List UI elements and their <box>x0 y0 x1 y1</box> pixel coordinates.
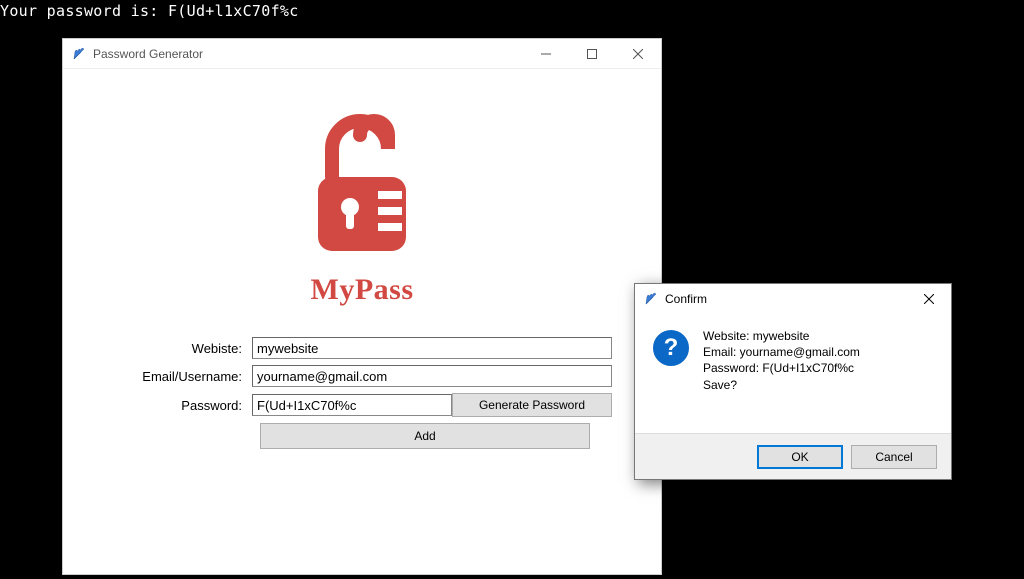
email-label: Email/Username: <box>112 369 252 384</box>
dialog-title: Confirm <box>665 292 707 306</box>
form: Webiste: Email/Username: Password: Gener… <box>112 337 612 455</box>
website-input[interactable] <box>252 337 612 359</box>
maximize-button[interactable] <box>569 39 615 69</box>
dialog-titlebar: Confirm <box>635 284 951 314</box>
cancel-button[interactable]: Cancel <box>851 445 937 469</box>
password-generator-window: Password Generator <box>62 38 662 575</box>
logo-text: MyPass <box>311 273 414 307</box>
confirm-dialog: Confirm ? Website: mywebsite Email: your… <box>634 283 952 480</box>
main-titlebar: Password Generator <box>63 39 661 69</box>
dialog-msg-line: Save? <box>703 377 860 393</box>
dialog-msg-line: Password: F(Ud+I1xC70f%c <box>703 360 860 376</box>
email-input[interactable] <box>252 365 612 387</box>
dialog-footer: OK Cancel <box>635 433 951 479</box>
dialog-msg-line: Email: yourname@gmail.com <box>703 344 860 360</box>
dialog-feather-icon <box>643 291 659 307</box>
window-title: Password Generator <box>93 47 203 61</box>
add-button[interactable]: Add <box>260 423 590 449</box>
generate-password-button[interactable]: Generate Password <box>452 393 612 417</box>
app-feather-icon <box>71 46 87 62</box>
padlock-icon <box>292 99 432 279</box>
minimize-button[interactable] <box>523 39 569 69</box>
password-label: Password: <box>112 398 252 413</box>
terminal-output: Your password is: F(Ud+l1xC70f%c <box>0 0 1024 20</box>
dialog-message: Website: mywebsite Email: yourname@gmail… <box>703 328 860 423</box>
dialog-close-button[interactable] <box>907 284 951 314</box>
website-label: Webiste: <box>112 341 252 356</box>
close-button[interactable] <box>615 39 661 69</box>
main-content: MyPass Webiste: Email/Username: Password… <box>63 69 661 485</box>
dialog-msg-line: Website: mywebsite <box>703 328 860 344</box>
logo: MyPass <box>292 99 432 307</box>
question-icon: ? <box>653 330 689 366</box>
password-input[interactable] <box>252 394 452 416</box>
dialog-body: ? Website: mywebsite Email: yourname@gma… <box>635 314 951 433</box>
ok-button[interactable]: OK <box>757 445 843 469</box>
